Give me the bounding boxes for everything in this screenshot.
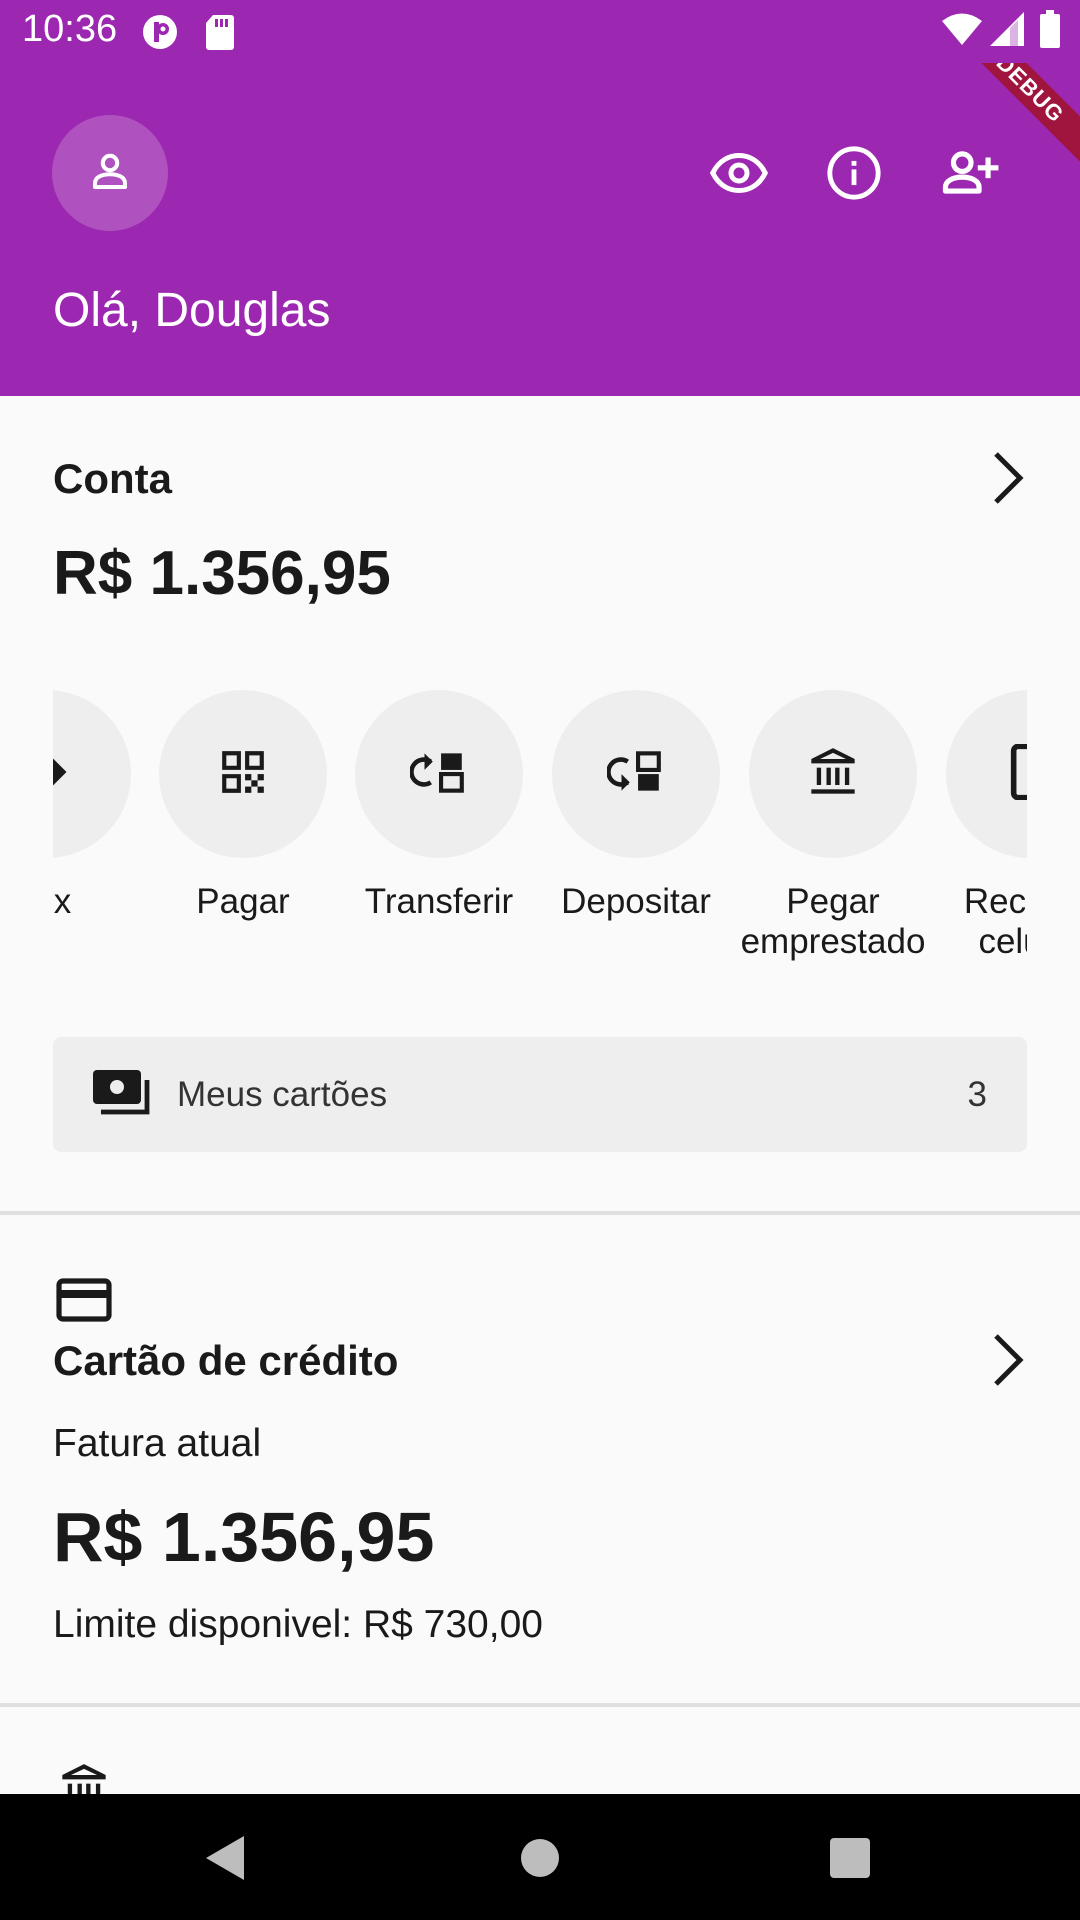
pix-icon — [53, 746, 73, 803]
info-icon — [825, 144, 883, 207]
my-cards-button[interactable]: Meus cartões 3 — [53, 1037, 1027, 1152]
status-time: 10:36 — [22, 8, 118, 50]
back-triangle-icon — [204, 1834, 248, 1887]
credit-card-icon — [56, 1278, 112, 1327]
credit-card-title: Cartão de crédito — [53, 1337, 399, 1384]
chevron-right-icon — [990, 1332, 1026, 1393]
phone-icon — [1010, 743, 1027, 805]
qr-code-icon — [218, 747, 268, 802]
system-navigation-bar — [0, 1794, 1080, 1920]
header: Olá, Douglas DEBUG — [0, 63, 1080, 396]
account-details-button[interactable] — [984, 450, 1032, 511]
back-button[interactable] — [196, 1830, 256, 1890]
home-button[interactable] — [510, 1830, 570, 1890]
bank-icon — [56, 1762, 112, 1794]
account-balance: R$ 1.356,95 — [53, 539, 391, 608]
recents-button[interactable] — [820, 1830, 880, 1890]
my-cards-label: Meus cartões — [177, 1075, 388, 1114]
deposit-icon — [606, 747, 665, 802]
home-circle-icon — [520, 1838, 560, 1883]
info-button[interactable] — [822, 143, 886, 207]
status-bar: 10:36 — [0, 0, 1080, 63]
transfer-icon — [409, 747, 468, 802]
recents-square-icon — [830, 1837, 870, 1883]
wifi-icon — [942, 12, 982, 51]
section-divider — [0, 1211, 1080, 1215]
invoice-amount: R$ 1.356,95 — [53, 1498, 435, 1576]
my-cards-count: 3 — [967, 1075, 987, 1114]
app-notification-icon — [142, 14, 178, 55]
credit-card-details-button[interactable] — [984, 1332, 1032, 1393]
account-title: Conta — [53, 455, 172, 502]
cards-icon — [93, 1070, 153, 1123]
person-icon — [86, 147, 134, 200]
section-divider — [0, 1703, 1080, 1707]
chevron-right-icon — [990, 450, 1026, 511]
sd-card-icon — [205, 14, 235, 55]
battery-icon — [1040, 10, 1060, 53]
action-label: Recarga celular — [963, 882, 1027, 961]
signal-icon — [990, 12, 1024, 51]
profile-avatar-button[interactable] — [52, 115, 168, 231]
bank-icon — [805, 746, 861, 803]
debug-banner: DEBUG — [960, 63, 1080, 183]
current-invoice-label: Fatura atual — [53, 1422, 262, 1465]
available-limit: Limite disponivel: R$ 730,00 — [53, 1603, 543, 1646]
greeting-text: Olá, Douglas — [53, 284, 331, 337]
toggle-balance-button[interactable] — [707, 143, 771, 207]
quick-actions-carousel[interactable]: Pix Pagar Transferir Depositar — [53, 690, 1027, 990]
eye-icon — [709, 143, 769, 208]
